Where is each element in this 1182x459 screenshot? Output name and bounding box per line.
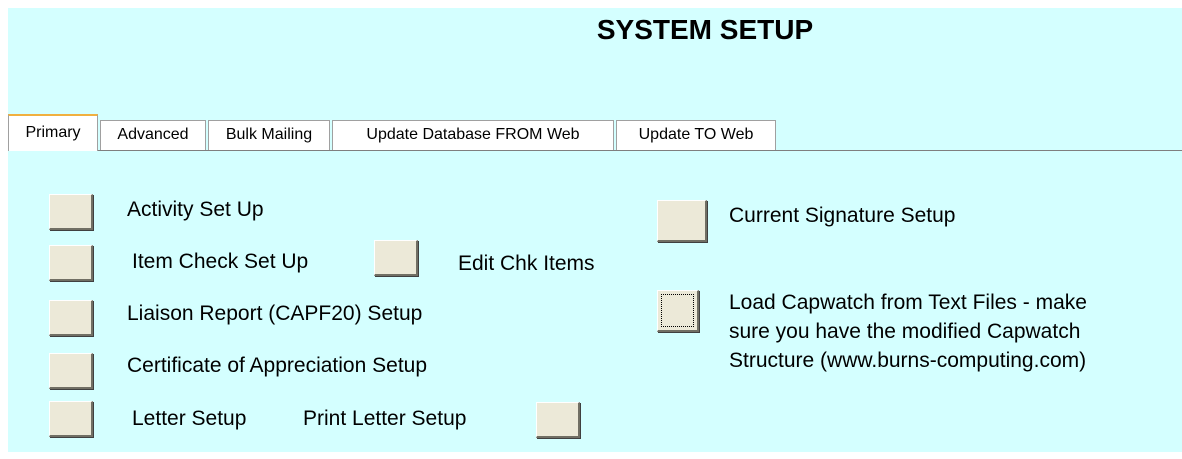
activity-setup-button[interactable]	[49, 194, 93, 230]
load-capwatch-button[interactable]	[657, 290, 699, 332]
liaison-report-setup-button[interactable]	[49, 300, 93, 336]
print-letter-setup-button[interactable]	[536, 402, 580, 438]
current-signature-setup-button[interactable]	[657, 200, 707, 242]
load-capwatch-label: Load Capwatch from Text Files - make sur…	[729, 291, 1087, 372]
activity-setup-label: Activity Set Up	[127, 198, 264, 221]
edit-chk-items-label: Edit Chk Items	[458, 252, 595, 275]
current-signature-setup-label: Current Signature Setup	[729, 204, 956, 227]
page-title: SYSTEM SETUP	[596, 14, 814, 45]
tab-bulk-mailing[interactable]: Bulk Mailing	[208, 120, 330, 150]
tab-advanced[interactable]: Advanced	[100, 120, 206, 150]
letter-setup-label: Letter Setup	[132, 407, 247, 430]
print-letter-setup-label: Print Letter Setup	[303, 407, 467, 430]
system-setup-form: SYSTEM SETUP Primary Advanced Bulk Maili…	[8, 8, 1182, 452]
certificate-setup-button[interactable]	[49, 353, 93, 389]
tab-update-to-web[interactable]: Update TO Web	[616, 120, 776, 150]
tab-strip-divider	[8, 150, 1182, 151]
liaison-report-setup-label: Liaison Report (CAPF20) Setup	[127, 302, 423, 325]
item-check-setup-label: Item Check Set Up	[132, 250, 309, 273]
tab-primary[interactable]: Primary	[8, 114, 98, 151]
edit-chk-items-button[interactable]	[374, 240, 418, 276]
item-check-setup-button[interactable]	[49, 245, 93, 281]
tab-update-database-from-web[interactable]: Update Database FROM Web	[332, 120, 614, 150]
certificate-setup-label: Certificate of Appreciation Setup	[127, 354, 428, 377]
letter-setup-button[interactable]	[49, 401, 93, 437]
